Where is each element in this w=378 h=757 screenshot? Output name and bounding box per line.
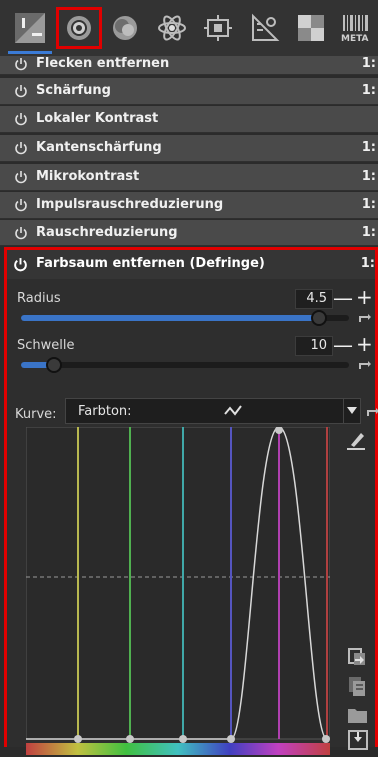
curve-point[interactable] (179, 735, 187, 743)
module-version: 1: (361, 56, 376, 71)
defringe-title: Farbsaum entfernen (Defringe) (36, 256, 265, 271)
reset-icon[interactable] (357, 359, 371, 371)
exposure-tab[interactable] (8, 6, 52, 50)
module-label: Kantenschärfung (36, 140, 162, 155)
color-tab[interactable] (103, 6, 147, 50)
power-icon[interactable] (13, 257, 28, 272)
radius-plus-button[interactable]: + (356, 287, 373, 307)
raw-icon (252, 13, 280, 41)
module-lokaler-kontrast[interactable]: Lokaler Kontrast (0, 106, 378, 133)
detail-tab-highlight (56, 7, 102, 49)
checkerboard-icon (298, 15, 324, 41)
reset-icon[interactable] (365, 406, 378, 418)
power-icon[interactable] (14, 112, 28, 126)
active-tab-indicator (8, 51, 52, 54)
curve-canvas (26, 427, 330, 740)
module-rauschreduzierung[interactable]: Rauschreduzierung 1: (0, 220, 378, 246)
power-icon[interactable] (14, 198, 28, 212)
module-version: 1: (361, 140, 376, 155)
exposure-icon (15, 13, 45, 43)
curve-point[interactable] (126, 735, 134, 743)
power-icon[interactable] (14, 170, 28, 184)
edit-point-icon[interactable] (345, 429, 367, 451)
radius-slider[interactable] (21, 310, 349, 326)
module-version: 1: (361, 225, 376, 240)
defringe-panel: Farbsaum entfernen (Defringe) 1: Radius … (4, 247, 378, 755)
save-icon[interactable] (347, 729, 369, 751)
hue-gradient-bar (26, 743, 330, 755)
defringe-body: Radius 4.5 — + Schwelle 10 — + Kurve: Fa… (7, 279, 378, 755)
color-icon (113, 16, 137, 40)
reset-icon[interactable] (357, 312, 371, 324)
defringe-header[interactable]: Farbsaum entfernen (Defringe) 1: (7, 250, 375, 279)
curve-point[interactable] (322, 735, 330, 743)
atom-icon (158, 15, 186, 41)
schwelle-label: Schwelle (17, 338, 75, 353)
tool-tab-bar: META (0, 0, 378, 56)
chevron-down-icon (347, 407, 357, 414)
filmstrip-tab[interactable] (289, 6, 333, 50)
module-kantenschaerfung[interactable]: Kantenschärfung 1: (0, 135, 378, 162)
curve-dropdown-button[interactable] (343, 398, 361, 424)
kurve-label: Kurve: (15, 407, 57, 422)
power-icon[interactable] (14, 84, 28, 98)
schwelle-slider-handle[interactable] (46, 357, 62, 373)
copy-icon[interactable] (347, 675, 367, 697)
curve-type-icon (224, 405, 242, 416)
radius-label: Radius (17, 291, 61, 306)
schwelle-value[interactable]: 10 (295, 336, 333, 356)
paste-icon[interactable] (347, 647, 367, 667)
module-schaerfung[interactable]: Schärfung 1: (0, 78, 378, 105)
module-impulsrauschreduzierung[interactable]: Impulsrauschreduzierung 1: (0, 192, 378, 219)
module-label: Schärfung (36, 83, 111, 98)
transform-tab[interactable] (196, 6, 240, 50)
hue-curve-editor[interactable] (26, 427, 330, 757)
module-label: Rauschreduzierung (36, 225, 178, 240)
advanced-tab[interactable] (150, 6, 194, 50)
power-icon[interactable] (14, 226, 28, 240)
curve-point[interactable] (74, 735, 82, 743)
module-version: 1: (361, 83, 376, 98)
meta-tab[interactable]: META (334, 6, 378, 50)
curve-channel-value: Farbton: (78, 404, 132, 419)
module-version: 1: (360, 256, 375, 271)
schwelle-plus-button[interactable]: + (356, 334, 373, 354)
module-label: Flecken entfernen (36, 56, 170, 71)
radius-minus-button[interactable]: — (333, 288, 353, 308)
module-label: Impulsrauschreduzierung (36, 197, 224, 212)
schwelle-minus-button[interactable]: — (333, 335, 353, 355)
module-mikrokontrast[interactable]: Mikrokontrast 1: (0, 164, 378, 191)
radius-slider-fill (21, 315, 319, 321)
power-icon[interactable] (14, 57, 28, 71)
folder-icon[interactable] (347, 705, 369, 725)
meta-label: META (341, 34, 369, 44)
curve-point[interactable] (227, 735, 235, 743)
module-version: 1: (361, 169, 376, 184)
schwelle-slider[interactable] (21, 357, 349, 373)
radius-slider-handle[interactable] (311, 310, 327, 326)
transform-icon (204, 15, 232, 41)
raw-tab[interactable] (243, 6, 287, 50)
radius-value[interactable]: 4.5 (295, 289, 333, 309)
power-icon[interactable] (14, 141, 28, 155)
module-label: Lokaler Kontrast (36, 111, 159, 126)
module-flecken-entfernen[interactable]: Flecken entfernen 1: (0, 56, 378, 75)
module-label: Mikrokontrast (36, 169, 140, 184)
curve-channel-select[interactable]: Farbton: (65, 398, 345, 424)
module-version: 1: (361, 197, 376, 212)
